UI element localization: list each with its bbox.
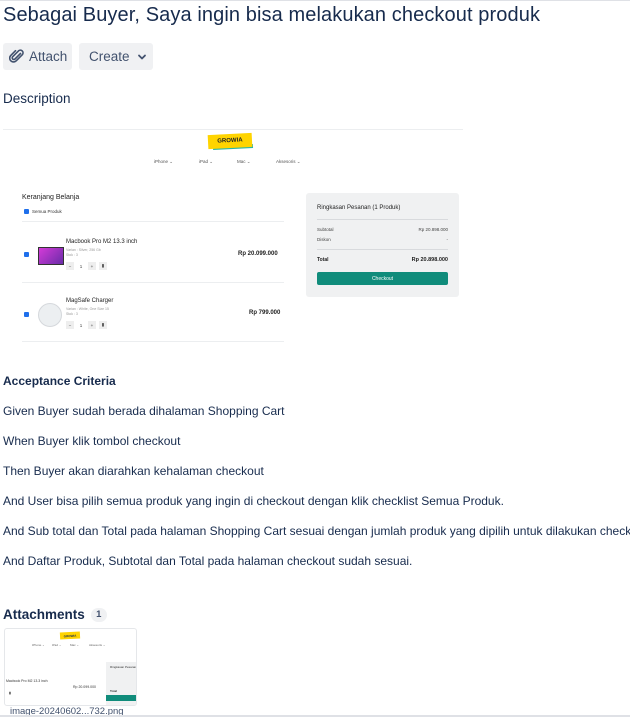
attachments-label: Attachments bbox=[3, 607, 85, 622]
quantity-value: 1 bbox=[79, 322, 83, 328]
nav-item-ipad: iPad ⌄ bbox=[52, 643, 62, 647]
growia-logo: GROWIA bbox=[207, 132, 253, 150]
product-price: Rp 799.000 bbox=[249, 310, 281, 316]
acceptance-line: And Daftar Produk, Subtotal dan Total pa… bbox=[3, 554, 413, 568]
total-label: Total bbox=[317, 257, 329, 263]
attach-label: Attach bbox=[29, 49, 68, 64]
growia-logo: GROWIA bbox=[59, 631, 81, 640]
acceptance-line: When Buyer klik tombol checkout bbox=[3, 434, 181, 448]
divider bbox=[22, 221, 284, 222]
attachments-count-badge: 1 bbox=[90, 607, 107, 622]
nav-item-mac: Mac ⌄ bbox=[70, 643, 80, 647]
summary-title: Ringkasan Pesanan (1 Produk) bbox=[317, 205, 401, 211]
acceptance-line: And Sub total dan Total pada halaman Sho… bbox=[3, 524, 630, 538]
plus-icon: + bbox=[88, 321, 96, 329]
acceptance-line: And User bisa pilih semua produk yang in… bbox=[3, 494, 504, 508]
checkbox-icon bbox=[24, 252, 29, 257]
plus-icon: + bbox=[88, 262, 96, 270]
product-variant: Varian : Silver, 256 Gb bbox=[66, 248, 101, 252]
select-all-label: Semua Produk bbox=[32, 209, 62, 214]
trash-icon: ▮ bbox=[9, 691, 11, 695]
subtotal-label: Subtotal bbox=[317, 227, 334, 232]
attachments-heading: Attachments 1 bbox=[3, 607, 107, 622]
nav-item-ipad: iPad ⌄ bbox=[199, 159, 214, 164]
description-heading: Description bbox=[3, 91, 71, 106]
quantity-stepper: − 1 + ▮ bbox=[66, 321, 109, 329]
divider bbox=[22, 282, 284, 283]
nav-item-iphone: iPhone ⌄ bbox=[154, 159, 174, 164]
nav-item-aksesoris: Aksesoris ⌄ bbox=[276, 159, 301, 164]
total-value: Rp 20.898.000 bbox=[411, 257, 448, 263]
product-name: Macbook Pro M2 13.3 inch bbox=[6, 679, 48, 683]
nav-item-mac: Mac ⌄ bbox=[237, 159, 251, 164]
quantity-value: 1 bbox=[79, 263, 83, 269]
acceptance-criteria-heading: Acceptance Criteria bbox=[3, 374, 116, 388]
product-variant: Varian : White, One Size 15 bbox=[66, 307, 109, 311]
product-stock: Stok : 3 bbox=[66, 253, 78, 257]
product-name: Macbook Pro M2 13.3 inch bbox=[66, 239, 138, 245]
macbook-image bbox=[38, 247, 64, 265]
chevron-down-icon bbox=[137, 52, 147, 62]
acceptance-line: Given Buyer sudah berada dihalaman Shopp… bbox=[3, 404, 285, 418]
divider bbox=[317, 219, 448, 220]
divider bbox=[317, 249, 448, 250]
image-top-rule bbox=[3, 129, 463, 130]
product-stock: Stok : 3 bbox=[66, 312, 78, 316]
charger-image bbox=[38, 303, 62, 327]
quantity-stepper: − 1 + ▮ bbox=[66, 262, 109, 270]
attach-button[interactable]: Attach bbox=[3, 43, 72, 70]
top-divider bbox=[0, 0, 630, 1]
total-label: Total bbox=[110, 689, 117, 693]
checkbox-icon bbox=[24, 209, 29, 214]
product-price: Rp 20.099.000 bbox=[238, 251, 278, 257]
issue-title[interactable]: Sebagai Buyer, Saya ingin bisa melakukan… bbox=[3, 4, 540, 27]
attachment-thumbnail[interactable]: GROWIA iPhone ⌄ iPad ⌄ Mac ⌄ Aksesoris ⌄… bbox=[4, 628, 137, 706]
checkout-button: Checkout bbox=[317, 272, 448, 285]
checkbox-icon bbox=[24, 312, 29, 317]
minus-icon: − bbox=[66, 321, 74, 329]
minus-icon: − bbox=[66, 262, 74, 270]
trash-icon: ▮ bbox=[99, 321, 107, 329]
cart-title: Keranjang Belanja bbox=[22, 194, 80, 201]
paperclip-icon bbox=[9, 48, 25, 65]
discount-label: Diskon bbox=[317, 237, 331, 242]
checkout-button bbox=[106, 695, 136, 701]
description-image[interactable]: GROWIA iPhone ⌄ iPad ⌄ Mac ⌄ Aksesoris ⌄… bbox=[3, 129, 463, 344]
nav-item-iphone: iPhone ⌄ bbox=[32, 643, 45, 647]
acceptance-line: Then Buyer akan diarahkan kehalaman chec… bbox=[3, 464, 264, 478]
create-button[interactable]: Create bbox=[79, 43, 153, 70]
summary-title: Ringkasan Pesanan (1 Produk) bbox=[110, 665, 137, 669]
create-label: Create bbox=[89, 49, 130, 64]
divider bbox=[22, 341, 284, 342]
order-summary: Ringkasan Pesanan (1 Produk) Subtotal Rp… bbox=[306, 193, 459, 297]
product-price: Rp 20.099.000 bbox=[73, 685, 96, 689]
nav-item-aksesoris: Aksesoris ⌄ bbox=[89, 643, 106, 647]
subtotal-value: Rp 20.898.000 bbox=[418, 227, 448, 232]
trash-icon: ▮ bbox=[99, 262, 107, 270]
product-name: MagSafe Charger bbox=[66, 298, 114, 304]
discount-value: - bbox=[446, 237, 449, 242]
